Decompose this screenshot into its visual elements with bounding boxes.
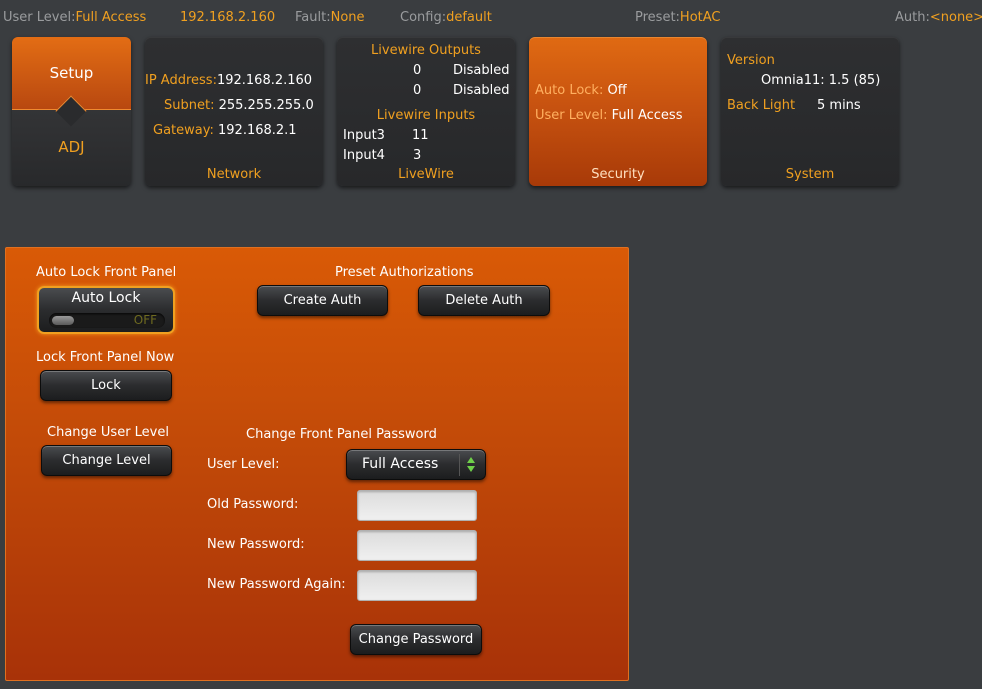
livewire-output-channel: 0 [413,83,422,98]
status-config-label: Config: [400,10,447,25]
security-auto-lock-row: Auto Lock: Off [535,83,627,98]
system-version-value: Omnia11: 1.5 (85) [761,73,881,88]
security-auto-lock-value: Off [607,83,627,98]
status-fault: Fault:None [295,10,365,25]
livewire-tile-title: LiveWire [398,167,454,182]
status-fault-label: Fault: [295,10,331,25]
network-gateway-value: 192.168.2.1 [218,123,297,138]
livewire-inputs-heading: Livewire Inputs [376,108,476,123]
old-password-field[interactable] [357,490,477,521]
status-user-level-label: User Level: [3,10,76,25]
status-user-level: User Level:Full Access [3,10,146,25]
livewire-input-name: Input3 [343,128,385,143]
livewire-outputs-heading: Livewire Outputs [371,43,481,58]
preset-authorizations-heading: Preset Authorizations [335,265,474,280]
stepper-down-icon[interactable] [467,466,475,472]
status-user-level-value: Full Access [75,10,147,25]
status-auth-value: <none> [929,10,982,25]
security-user-level-value: Full Access [611,108,683,123]
livewire-output-state: Disabled [453,63,510,78]
security-user-level-row: User Level: Full Access [535,108,682,123]
livewire-input-channel: 11 [412,128,429,143]
network-subnet-value: 255.255.255.0 [218,98,314,113]
system-backlight-label: Back Light [727,98,796,113]
network-subnet-row: Subnet: 255.255.255.0 [164,98,314,113]
user-level-label: User Level: [207,457,280,472]
livewire-output-state: Disabled [453,83,510,98]
livewire-output-channel: 0 [413,63,422,78]
system-version-label: Version [727,53,775,68]
network-tile-title: Network [206,167,262,182]
network-ip-label: IP Address: [145,73,217,88]
status-ip: 192.168.2.160 [180,10,276,25]
status-fault-value: None [330,10,365,25]
new-password-label: New Password: [207,537,305,552]
user-level-select[interactable]: Full Access [346,449,486,480]
network-ip-value: 192.168.2.160 [216,73,313,88]
livewire-input-name: Input4 [343,148,385,163]
delete-auth-button[interactable]: Delete Auth [418,285,550,316]
auto-lock-heading: Auto Lock Front Panel [36,265,177,280]
lock-button[interactable]: Lock [40,370,172,401]
user-level-select-value: Full Access [362,456,439,472]
status-preset: Preset:HotAC [635,10,721,25]
stepper-up-icon[interactable] [467,457,475,463]
change-password-heading: Change Front Panel Password [246,427,437,442]
new-password-again-label: New Password Again: [207,577,346,592]
setup-adj-tile[interactable]: Setup ADJ [12,37,131,186]
network-gateway-label: Gateway: [153,123,214,138]
system-tile-title: System [785,167,835,182]
network-tile[interactable]: IP Address:192.168.2.160 Subnet: 255.255… [145,37,323,186]
change-password-button[interactable]: Change Password [350,624,482,655]
setup-label: Setup [49,64,94,82]
change-level-button[interactable]: Change Level [41,445,172,476]
security-user-level-label: User Level: [535,108,608,123]
new-password-again-field[interactable] [357,570,477,601]
create-auth-button[interactable]: Create Auth [257,285,388,316]
adj-label: ADJ [58,138,85,156]
new-password-field[interactable] [357,530,477,561]
security-tile-title: Security [591,167,645,182]
auto-lock-switch-state: OFF [133,313,157,327]
network-ip-row: IP Address:192.168.2.160 [145,73,312,88]
security-auto-lock-label: Auto Lock: [535,83,604,98]
select-divider [459,454,460,476]
auto-lock-toggle[interactable]: Auto Lock OFF [37,286,175,334]
status-auth-label: Auth: [895,10,930,25]
status-config: Config:default [400,10,492,25]
change-user-level-heading: Change User Level [47,425,169,440]
status-preset-value: HotAC [679,10,721,25]
network-gateway-row: Gateway: 192.168.2.1 [153,123,297,138]
status-preset-label: Preset: [635,10,680,25]
auto-lock-switch-track[interactable]: OFF [49,313,165,328]
auto-lock-toggle-title: Auto Lock [71,290,141,306]
network-subnet-label: Subnet: [164,98,215,113]
auto-lock-switch-knob[interactable] [52,316,74,325]
status-config-value: default [446,10,492,25]
livewire-input-channel: 3 [413,148,422,163]
system-tile[interactable]: Version Omnia11: 1.5 (85) Back Light 5 m… [721,37,899,186]
security-tile[interactable]: Auto Lock: Off User Level: Full Access S… [529,37,707,186]
old-password-label: Old Password: [207,497,299,512]
status-auth: Auth:<none> [895,10,982,25]
system-backlight-value: 5 mins [817,98,861,113]
lock-now-heading: Lock Front Panel Now [36,350,175,365]
livewire-tile[interactable]: Livewire Outputs 0 Disabled 0 Disabled L… [337,37,515,186]
